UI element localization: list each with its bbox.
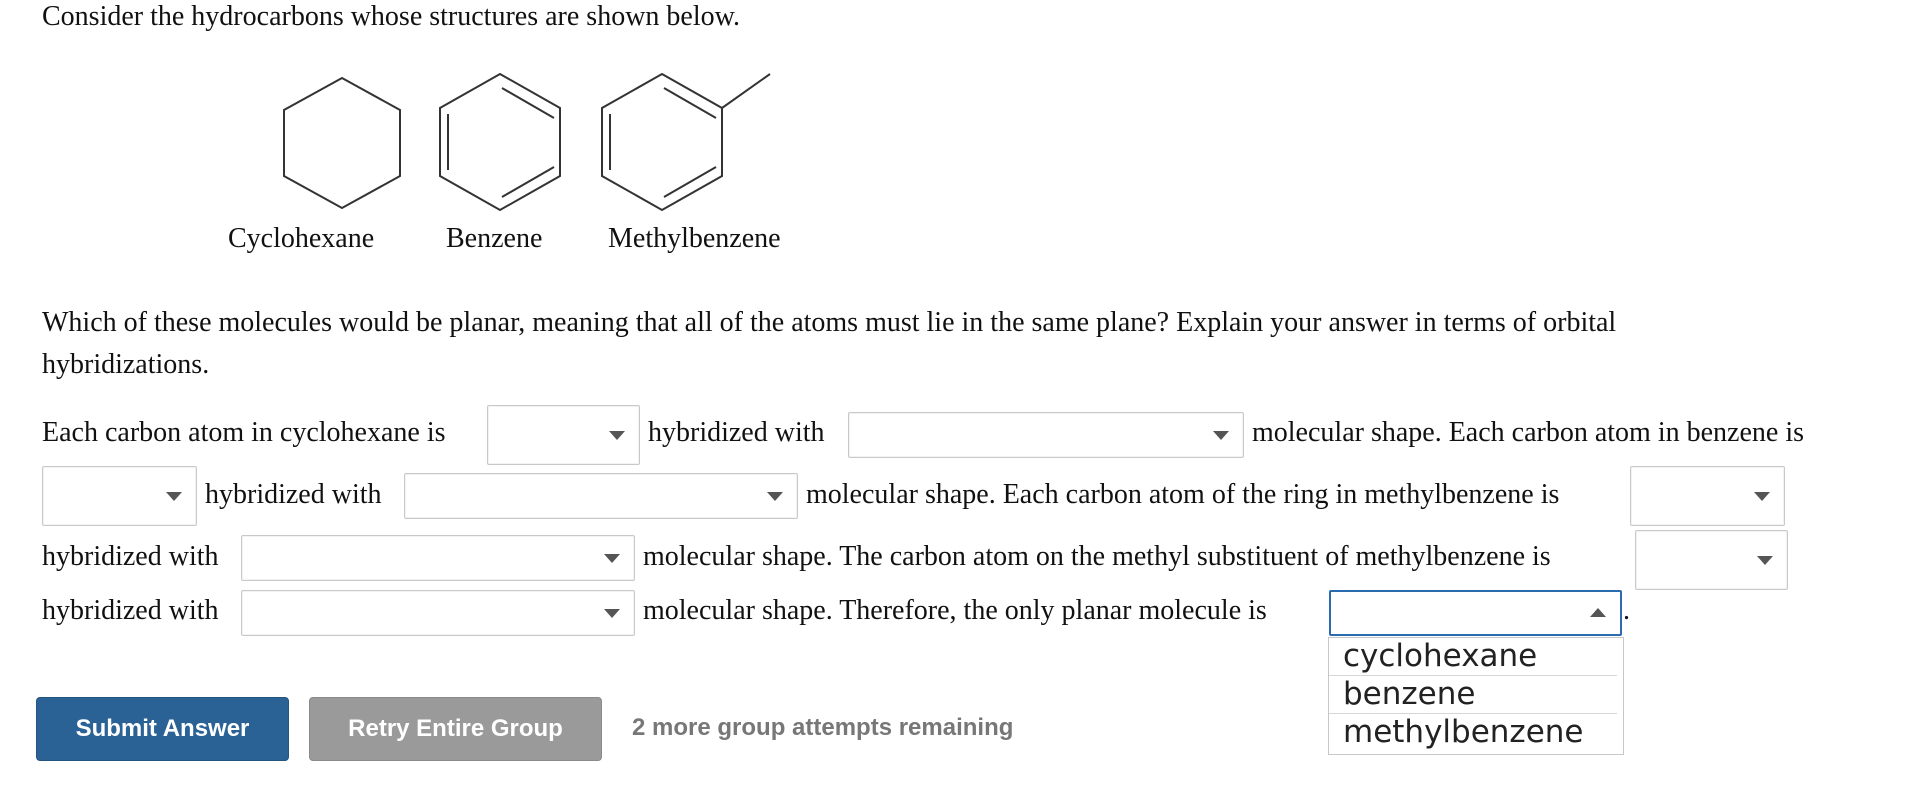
planar-molecule-options: cyclohexane benzene methylbenzene <box>1328 637 1624 755</box>
chevron-up-icon <box>1590 608 1606 617</box>
sentence-part-9: molecular shape. Therefore, the only pla… <box>643 595 1267 626</box>
cyclohexane-hybridization-select[interactable] <box>487 405 640 465</box>
cyclohexane-ring <box>283 76 401 210</box>
cyclohexane-shape-select[interactable] <box>848 412 1244 458</box>
benzene-shape-select[interactable] <box>404 473 798 519</box>
label-cyclohexane: Cyclohexane <box>228 223 375 254</box>
sentence-end-period: . <box>1623 595 1630 626</box>
chevron-down-icon <box>604 554 620 563</box>
label-benzene: Benzene <box>446 223 543 254</box>
sentence-part-5: molecular shape. Each carbon atom of the… <box>806 479 1560 510</box>
methyl-substituent-hybridization-select[interactable] <box>1635 530 1788 590</box>
chevron-down-icon <box>604 609 620 618</box>
sentence-part-1: Each carbon atom in cyclohexane is <box>42 417 446 448</box>
sentence-part-3: molecular shape. Each carbon atom in ben… <box>1252 417 1804 448</box>
retry-entire-group-button[interactable]: Retry Entire Group <box>309 697 602 761</box>
sentence-part-4: hybridized with <box>205 479 382 510</box>
sentence-part-2: hybridized with <box>648 417 825 448</box>
benzene-ring <box>439 72 561 212</box>
option-cyclohexane[interactable]: cyclohexane <box>1329 638 1617 676</box>
intro-text: Consider the hydrocarbons whose structur… <box>42 1 741 32</box>
methyl-substituent <box>721 73 771 109</box>
chevron-down-icon <box>767 492 783 501</box>
question-prompt: Which of these molecules would be planar… <box>42 307 1617 380</box>
sentence-part-8: hybridized with <box>42 595 219 626</box>
molecule-structures <box>283 72 771 212</box>
option-methylbenzene[interactable]: methylbenzene <box>1329 714 1617 751</box>
methyl-substituent-shape-select[interactable] <box>241 590 635 636</box>
chevron-down-icon <box>609 431 625 440</box>
planar-molecule-select[interactable] <box>1329 590 1622 636</box>
sentence-part-7: molecular shape. The carbon atom on the … <box>643 541 1551 572</box>
benzene-hybridization-select[interactable] <box>42 466 197 526</box>
chevron-down-icon <box>1754 492 1770 501</box>
attempts-remaining-text: 2 more group attempts remaining <box>632 714 1014 741</box>
chevron-down-icon <box>1213 431 1229 440</box>
submit-answer-button[interactable]: Submit Answer <box>36 697 289 761</box>
label-methylbenzene: Methylbenzene <box>608 223 781 254</box>
methylbenzene-ring-shape-select[interactable] <box>241 535 635 581</box>
option-benzene[interactable]: benzene <box>1329 676 1617 714</box>
chevron-down-icon <box>1757 556 1773 565</box>
methylbenzene-ring-hybridization-select[interactable] <box>1630 466 1785 526</box>
methylbenzene-ring <box>601 72 771 212</box>
sentence-part-6: hybridized with <box>42 541 219 572</box>
chevron-down-icon <box>166 492 182 501</box>
